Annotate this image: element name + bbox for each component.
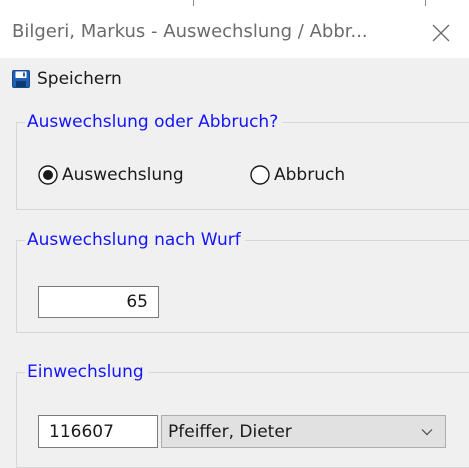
radio-unselected-icon	[250, 165, 270, 185]
substitution-group-legend: Einwechslung	[27, 362, 144, 382]
floppy-disk-icon	[12, 70, 30, 88]
player-id-input[interactable]	[38, 415, 158, 448]
player-select-value: Pfeiffer, Dieter	[168, 422, 292, 442]
radio-auswechslung[interactable]: Auswechslung	[38, 165, 184, 185]
top-strip-tick	[193, 0, 194, 6]
radio-abbruch-label: Abbruch	[274, 165, 346, 185]
radio-auswechslung-label: Auswechslung	[62, 165, 184, 185]
throw-number-input[interactable]	[38, 286, 159, 318]
save-button[interactable]: Speichern	[12, 66, 122, 92]
chevron-down-icon	[421, 429, 433, 436]
close-icon	[432, 24, 450, 42]
save-button-label: Speichern	[37, 69, 122, 89]
radio-selected-icon	[38, 165, 58, 185]
window-title: Bilgeri, Markus - Auswechslung / Abbr...	[12, 21, 368, 42]
radio-abbruch[interactable]: Abbruch	[250, 165, 345, 185]
mode-group-legend: Auswechslung oder Abbruch?	[27, 112, 279, 132]
player-select[interactable]: Pfeiffer, Dieter	[161, 415, 446, 448]
close-button[interactable]	[430, 22, 452, 44]
mode-group: Auswechslung oder Abbruch?	[16, 112, 469, 210]
window-top-strip	[0, 0, 469, 8]
throw-group-legend: Auswechslung nach Wurf	[27, 230, 241, 250]
top-strip-tick	[425, 0, 426, 6]
title-bar: Bilgeri, Markus - Auswechslung / Abbr...	[0, 8, 469, 58]
